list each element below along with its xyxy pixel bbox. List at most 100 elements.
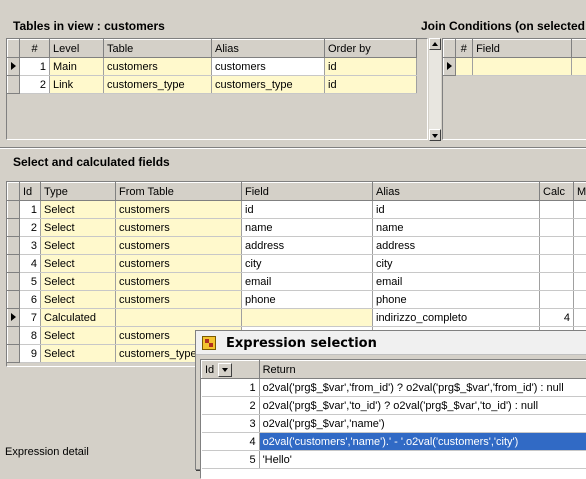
cell-type[interactable]: Calculated <box>41 309 116 327</box>
cell-alias[interactable]: customers <box>212 58 325 76</box>
col-header-from-table[interactable]: From Table <box>116 183 242 201</box>
col-header-num[interactable]: # <box>20 40 50 58</box>
cell-type[interactable]: Select <box>41 255 116 273</box>
cell-id[interactable]: 2 <box>202 397 260 415</box>
cell-id[interactable]: 1 <box>20 201 41 219</box>
row-indicator[interactable] <box>8 58 20 76</box>
table-row[interactable]: 1 Main customers customers id <box>8 58 417 76</box>
cell-table[interactable]: customers_type <box>104 76 212 94</box>
cell-num[interactable]: 2 <box>20 76 50 94</box>
cell-level[interactable]: Link <box>50 76 104 94</box>
expression-row[interactable]: 5 'Hello' <box>202 451 586 469</box>
scroll-up-button[interactable] <box>429 38 441 50</box>
cell-id[interactable]: 3 <box>202 415 260 433</box>
cell-return[interactable]: o2val('prg$_$var','from_id') ? o2val('pr… <box>259 379 586 397</box>
col-header-calc[interactable]: Calc <box>540 183 574 201</box>
col-header-order-by[interactable]: Order by <box>325 40 417 58</box>
row-indicator[interactable] <box>444 58 456 76</box>
expression-row[interactable]: 2 o2val('prg$_$var','to_id') ? o2val('pr… <box>202 397 586 415</box>
cell-from-table[interactable]: customers <box>116 255 242 273</box>
cell-field[interactable] <box>473 58 572 76</box>
cell-type[interactable]: Select <box>41 201 116 219</box>
cell-type[interactable]: Select <box>41 345 116 363</box>
cell-type[interactable]: Select <box>41 219 116 237</box>
cell-m[interactable] <box>574 201 586 219</box>
col-header-m[interactable]: M <box>574 183 586 201</box>
cell-type[interactable]: Select <box>41 291 116 309</box>
col-header-num[interactable]: # <box>455 40 473 58</box>
scroll-down-button[interactable] <box>429 129 441 141</box>
cell-calc[interactable]: 4 <box>540 309 574 327</box>
table-row[interactable]: 7 Calculated indirizzo_completo 4 <box>8 309 586 327</box>
cell-id[interactable]: 9 <box>20 345 41 363</box>
cell-calc[interactable] <box>540 219 574 237</box>
row-indicator[interactable] <box>8 201 20 219</box>
cell-alias[interactable]: phone <box>373 291 540 309</box>
row-indicator[interactable] <box>8 345 20 363</box>
cell-id[interactable]: 7 <box>20 309 41 327</box>
row-indicator[interactable] <box>8 237 20 255</box>
cell-table[interactable]: customers <box>104 58 212 76</box>
cell-id[interactable]: 6 <box>20 291 41 309</box>
cell-field[interactable]: email <box>242 273 373 291</box>
expression-grid[interactable]: Id Return 1 o2val('prg$_$var','from_id')… <box>200 359 586 479</box>
tables-grid[interactable]: # Level Table Alias Order by 1 Main cust… <box>6 38 428 140</box>
table-row[interactable]: 4 Select customers city city <box>8 255 586 273</box>
cell-extra[interactable] <box>572 58 586 76</box>
cell-num[interactable]: 1 <box>20 58 50 76</box>
cell-alias[interactable]: name <box>373 219 540 237</box>
row-indicator[interactable] <box>8 76 20 94</box>
cell-type[interactable]: Select <box>41 273 116 291</box>
row-indicator[interactable] <box>8 255 20 273</box>
table-row[interactable]: 3 Select customers address address <box>8 237 586 255</box>
col-header-id[interactable]: Id <box>202 361 260 379</box>
col-header-alias[interactable]: Alias <box>212 40 325 58</box>
cell-type[interactable]: Select <box>41 327 116 345</box>
cell-field[interactable]: city <box>242 255 373 273</box>
cell-return[interactable]: o2val('prg$_$var','to_id') ? o2val('prg$… <box>259 397 586 415</box>
expression-row-selected[interactable]: 4 o2val('customers','name').' - '.o2val(… <box>202 433 586 451</box>
cell-from-table[interactable] <box>116 309 242 327</box>
cell-id[interactable]: 4 <box>20 255 41 273</box>
cell-calc[interactable] <box>540 237 574 255</box>
cell-from-table[interactable]: customers <box>116 237 242 255</box>
cell-alias[interactable]: indirizzo_completo <box>373 309 540 327</box>
col-header-alias[interactable]: Alias <box>373 183 540 201</box>
cell-calc[interactable] <box>540 291 574 309</box>
expression-row[interactable]: 1 o2val('prg$_$var','from_id') ? o2val('… <box>202 379 586 397</box>
cell-type[interactable]: Select <box>41 237 116 255</box>
cell-num[interactable] <box>455 58 473 76</box>
cell-id[interactable]: 5 <box>20 273 41 291</box>
cell-calc[interactable] <box>540 201 574 219</box>
cell-calc[interactable] <box>540 273 574 291</box>
row-indicator[interactable] <box>8 291 20 309</box>
cell-from-table[interactable]: customers <box>116 201 242 219</box>
cell-level[interactable]: Main <box>50 58 104 76</box>
col-header-extra[interactable] <box>572 40 586 58</box>
cell-m[interactable] <box>574 309 586 327</box>
row-indicator[interactable] <box>8 327 20 345</box>
cell-alias[interactable]: address <box>373 237 540 255</box>
join-grid[interactable]: # Field <box>442 38 586 140</box>
cell-alias[interactable]: city <box>373 255 540 273</box>
cell-id[interactable]: 8 <box>20 327 41 345</box>
row-indicator[interactable] <box>8 309 20 327</box>
table-row[interactable]: 2 Select customers name name <box>8 219 586 237</box>
cell-id[interactable]: 2 <box>20 219 41 237</box>
col-header-level[interactable]: Level <box>50 40 104 58</box>
cell-from-table[interactable]: customers <box>116 291 242 309</box>
cell-field[interactable]: id <box>242 201 373 219</box>
cell-field[interactable]: address <box>242 237 373 255</box>
cell-return[interactable]: 'Hello' <box>259 451 586 469</box>
cell-m[interactable] <box>574 273 586 291</box>
cell-field[interactable] <box>242 309 373 327</box>
cell-calc[interactable] <box>540 255 574 273</box>
table-row[interactable]: 1 Select customers id id <box>8 201 586 219</box>
cell-return[interactable]: o2val('prg$_$var','name') <box>259 415 586 433</box>
col-header-return[interactable]: Return <box>259 361 586 379</box>
cell-alias[interactable]: customers_type <box>212 76 325 94</box>
cell-field[interactable]: name <box>242 219 373 237</box>
cell-m[interactable] <box>574 255 586 273</box>
table-row[interactable]: 5 Select customers email email <box>8 273 586 291</box>
cell-id[interactable]: 1 <box>202 379 260 397</box>
